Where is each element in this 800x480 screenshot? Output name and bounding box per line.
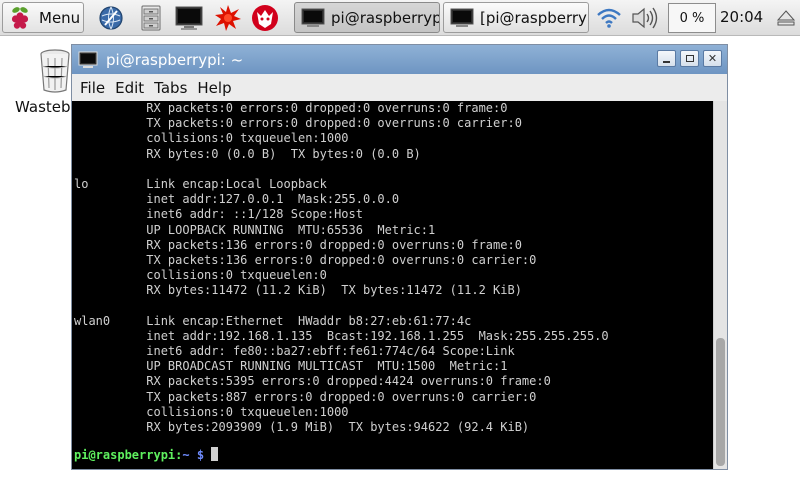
mathematica-icon [252, 5, 278, 31]
wifi-icon [597, 8, 621, 28]
prompt-path: ~ [182, 448, 190, 462]
window-title: pi@raspberrypi: ~ [106, 50, 244, 69]
maximize-button[interactable] [680, 50, 699, 67]
scrollbar-thumb[interactable] [716, 338, 725, 466]
maximize-icon [685, 55, 694, 62]
terminal-icon [78, 51, 98, 68]
terminal-line: wlan0 Link encap:Ethernet HWaddr b8:27:e… [74, 313, 472, 328]
terminal-icon [175, 6, 203, 30]
file-manager-launcher[interactable] [136, 3, 166, 33]
terminal-line: RX packets:0 errors:0 dropped:0 overruns… [74, 101, 508, 115]
terminal-line: inet addr:127.0.0.1 Mask:255.0.0.0 [74, 192, 400, 207]
terminal-icon [450, 8, 474, 27]
eject-icon [776, 10, 796, 26]
terminal-line: inet addr:192.168.1.135 Bcast:192.168.1.… [74, 328, 609, 343]
terminal-line: TX packets:136 errors:0 dropped:0 overru… [74, 252, 537, 267]
minimize-icon [663, 60, 670, 63]
wifi-tray[interactable] [594, 3, 624, 33]
menu-bar: File Edit Tabs Help [72, 74, 727, 101]
menu-label: Menu [39, 8, 81, 27]
terminal-line: collisions:0 txqueuelen:1000 [74, 131, 349, 146]
menu-help[interactable]: Help [197, 79, 231, 97]
terminal-line: RX packets:5395 errors:0 dropped:4424 ov… [74, 374, 551, 389]
task-label: pi@raspberryp [331, 8, 440, 27]
terminal-line: RX bytes:0 (0.0 B) TX bytes:0 (0.0 B) [74, 146, 421, 161]
mathematica-launcher[interactable] [250, 3, 280, 33]
title-bar[interactable]: pi@raspberrypi: ~ ✕ [72, 45, 727, 74]
terminal-line: inet6 addr: ::1/128 Scope:Host [74, 207, 363, 222]
terminal-line: collisions:0 txqueuelen:0 [74, 268, 327, 283]
terminal-launcher[interactable] [174, 3, 204, 33]
volume-tray[interactable] [630, 3, 662, 33]
menu-button[interactable]: Menu [2, 2, 84, 33]
wastebasket-label: Wasteba [15, 98, 80, 116]
text-cursor [211, 447, 219, 461]
raspberry-icon [11, 6, 29, 29]
terminal-line: TX packets:887 errors:0 dropped:0 overru… [74, 389, 537, 404]
terminal-line: lo Link encap:Local Loopback [74, 176, 327, 191]
terminal-line: UP BROADCAST RUNNING MULTICAST MTU:1500 … [74, 359, 508, 374]
terminal-line: UP LOOPBACK RUNNING MTU:65536 Metric:1 [74, 222, 436, 237]
prompt-symbol: $ [189, 448, 212, 462]
terminal-lines: RX packets:0 errors:0 dropped:0 overruns… [74, 101, 609, 435]
task-label: [pi@raspberry [480, 8, 587, 27]
terminal-line: TX packets:0 errors:0 dropped:0 overruns… [74, 116, 522, 131]
terminal-line: RX bytes:11472 (11.2 KiB) TX bytes:11472… [74, 283, 522, 298]
terminal-icon [301, 8, 325, 27]
terminal-window: pi@raspberrypi: ~ ✕ File Edit Tabs Help … [71, 44, 728, 470]
task-terminal-2[interactable]: [pi@raspberry [443, 2, 589, 33]
terminal-output[interactable]: RX packets:0 errors:0 dropped:0 overruns… [72, 101, 713, 469]
eject-tray[interactable] [774, 3, 798, 33]
browser-icon [99, 6, 123, 30]
wolfram-icon [215, 5, 241, 31]
wolfram-launcher[interactable] [213, 3, 243, 33]
minimize-button[interactable] [657, 50, 676, 67]
close-button[interactable]: ✕ [703, 50, 722, 67]
taskbar: Menu pi@raspberryp [pi@raspberry 0 % 20:… [0, 0, 800, 36]
task-terminal-1[interactable]: pi@raspberryp [294, 2, 440, 33]
prompt-user: pi@raspberrypi [74, 448, 176, 462]
terminal-line: inet6 addr: fe80::ba27:ebff:fe61:774c/64… [74, 344, 515, 358]
shell-prompt[interactable]: pi@raspberrypi:~ $ [74, 447, 219, 463]
close-icon: ✕ [707, 52, 718, 65]
browser-launcher[interactable] [96, 3, 126, 33]
terminal-scrollbar[interactable] [713, 101, 727, 469]
clock[interactable]: 20:04 [720, 8, 763, 26]
menu-edit[interactable]: Edit [115, 79, 144, 97]
menu-tabs[interactable]: Tabs [154, 79, 187, 97]
file-manager-icon [141, 5, 161, 31]
cpu-label: 0 % [679, 10, 705, 26]
terminal-line: RX packets:136 errors:0 dropped:0 overru… [74, 237, 522, 252]
menu-file[interactable]: File [80, 79, 105, 97]
terminal-line: collisions:0 txqueuelen:1000 [74, 404, 349, 419]
volume-icon [632, 7, 658, 29]
cpu-monitor[interactable]: 0 % [668, 3, 716, 33]
terminal-line: RX bytes:2093909 (1.9 MiB) TX bytes:9462… [74, 419, 530, 434]
